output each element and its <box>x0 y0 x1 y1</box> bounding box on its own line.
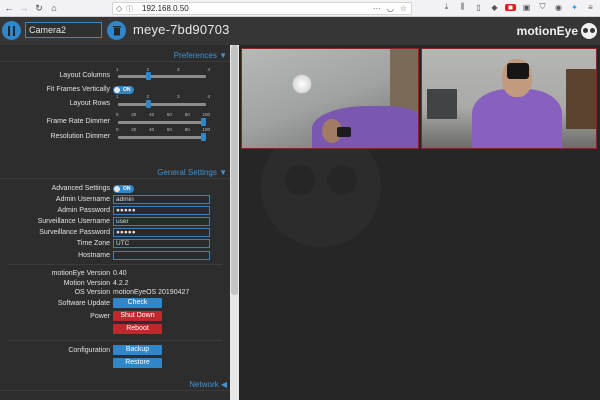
fit-frames-label: Fit Frames Vertically <box>46 86 110 93</box>
reboot-button[interactable]: Reboot <box>113 324 162 334</box>
surveillance-password-label: Surveillance Password <box>39 229 110 236</box>
admin-username-input[interactable]: admin <box>113 195 210 204</box>
host-title: meye-7bd90703 <box>133 22 230 37</box>
admin-username-label: Admin Username <box>55 196 110 203</box>
info-icon[interactable]: ⓘ <box>126 4 136 14</box>
admin-password-input[interactable]: ●●●●● <box>113 206 210 215</box>
trash-icon[interactable] <box>107 21 126 40</box>
divider <box>8 340 222 341</box>
camera-frame-1[interactable] <box>241 48 419 149</box>
arrow-right-icon[interactable]: → <box>17 1 31 15</box>
frame-rate-dimmer-label: Frame Rate Dimmer <box>46 118 110 125</box>
camera-frame-2[interactable] <box>421 48 597 149</box>
download-icon[interactable]: ⤓ <box>441 2 452 12</box>
resolution-dimmer-label: Resolution Dimmer <box>50 133 110 140</box>
surveillance-username-label: Surveillance Username <box>37 218 110 225</box>
admin-password-label: Admin Password <box>57 207 110 214</box>
shield-extension-icon[interactable]: ⛉ <box>537 2 548 12</box>
home-icon[interactable]: ⌂ <box>47 1 61 15</box>
bookmark-star-icon[interactable]: ☆ <box>400 4 407 13</box>
motioneye-version-value: 0.40 <box>113 270 127 277</box>
camera-image <box>507 63 529 79</box>
app-header: Camera2 meye-7bd90703 motionEye <box>0 17 600 45</box>
time-zone-label: Time Zone <box>76 240 110 247</box>
bookshelf-image <box>566 69 596 129</box>
person-image <box>472 89 562 148</box>
camera-grid <box>239 45 600 400</box>
settings-sidebar: Preferences ▼ 1234 Layout Columns Fit Fr… <box>0 45 230 400</box>
layout-rows-slider[interactable] <box>118 98 206 108</box>
pocket-icon[interactable]: ◡ <box>387 4 394 13</box>
shield-icon[interactable]: ◇ <box>116 4 126 13</box>
library-icon[interactable]: ⫼ <box>457 2 468 12</box>
chevron-down-icon: ▼ <box>219 51 227 60</box>
motion-version-value: 4.2.2 <box>113 280 129 287</box>
configuration-label: Configuration <box>68 347 110 354</box>
fit-frames-toggle[interactable]: ON <box>113 86 134 94</box>
chevron-left-icon: ◀ <box>220 380 227 389</box>
menu-toggle-button[interactable] <box>2 21 21 40</box>
extension-badge-icon[interactable]: ◼ <box>505 3 516 11</box>
menu-icon[interactable]: ≡ <box>585 3 596 12</box>
advanced-settings-label: Advanced Settings <box>51 185 110 192</box>
scrollbar-thumb[interactable] <box>231 45 238 295</box>
preferences-section-header[interactable]: Preferences ▼ <box>0 49 230 62</box>
camera-image <box>337 127 351 137</box>
advanced-settings-toggle[interactable]: ON <box>113 185 134 193</box>
slider-thumb[interactable] <box>201 133 206 141</box>
frame-rate-dimmer-slider[interactable] <box>118 116 206 126</box>
sidebar-icon[interactable]: ▯ <box>473 3 484 12</box>
surveillance-password-input[interactable]: ●●●●● <box>113 228 210 237</box>
hostname-label: Hostname <box>78 252 110 259</box>
sidebar-scrollbar[interactable] <box>230 45 239 400</box>
network-section-header[interactable]: Network ◀ <box>0 378 230 391</box>
divider <box>8 264 222 265</box>
hostname-input[interactable] <box>113 251 210 260</box>
page-actions-icon[interactable]: ··· <box>373 4 381 13</box>
equipment-image <box>427 89 457 119</box>
twitter-icon[interactable]: ✦ <box>569 3 580 12</box>
backup-button[interactable]: Backup <box>113 345 162 355</box>
slider-thumb[interactable] <box>201 118 206 126</box>
layout-columns-slider[interactable] <box>118 70 206 80</box>
shut-down-button[interactable]: Shut Down <box>113 311 162 321</box>
chevron-down-icon: ▼ <box>219 168 227 177</box>
layout-columns-label: Layout Columns <box>59 72 110 79</box>
motion-version-label: Motion Version <box>63 280 110 287</box>
extension-icon[interactable]: ◆ <box>489 3 500 12</box>
container-icon[interactable]: ▣ <box>521 3 532 12</box>
brand-name: motionEye <box>516 24 578 38</box>
owl-logo-icon <box>581 23 597 39</box>
reload-icon[interactable]: ↻ <box>32 1 46 15</box>
slider-thumb[interactable] <box>145 72 151 80</box>
surveillance-username-input[interactable]: user <box>113 217 210 226</box>
resolution-dimmer-slider[interactable] <box>118 131 206 141</box>
camera-select[interactable]: Camera2 <box>25 22 102 38</box>
browser-toolbar: ← → ↻ ⌂ ◇ ⓘ 192.168.0.50 ··· ◡ ☆ ⤓ ⫼ ▯ ◆… <box>0 0 600 17</box>
check-update-button[interactable]: Check <box>113 298 162 308</box>
general-settings-section-header[interactable]: General Settings ▼ <box>0 166 230 179</box>
os-version-label: OS Version <box>74 289 110 296</box>
layout-rows-label: Layout Rows <box>69 100 110 107</box>
motioneye-version-label: motionEye Version <box>51 270 110 277</box>
restore-button[interactable]: Restore <box>113 358 162 368</box>
power-label: Power <box>90 313 110 320</box>
arrow-left-icon[interactable]: ← <box>2 1 16 15</box>
slider-thumb[interactable] <box>145 100 151 108</box>
time-zone-select[interactable]: UTC <box>113 239 210 248</box>
lamp-image <box>292 74 312 94</box>
os-version-value: motionEyeOS 20190427 <box>113 289 190 296</box>
software-update-label: Software Update <box>57 300 110 307</box>
account-icon[interactable]: ◉ <box>553 3 564 12</box>
url-bar[interactable]: ◇ ⓘ 192.168.0.50 ··· ◡ ☆ <box>112 2 412 15</box>
url-text[interactable]: 192.168.0.50 <box>142 4 189 13</box>
